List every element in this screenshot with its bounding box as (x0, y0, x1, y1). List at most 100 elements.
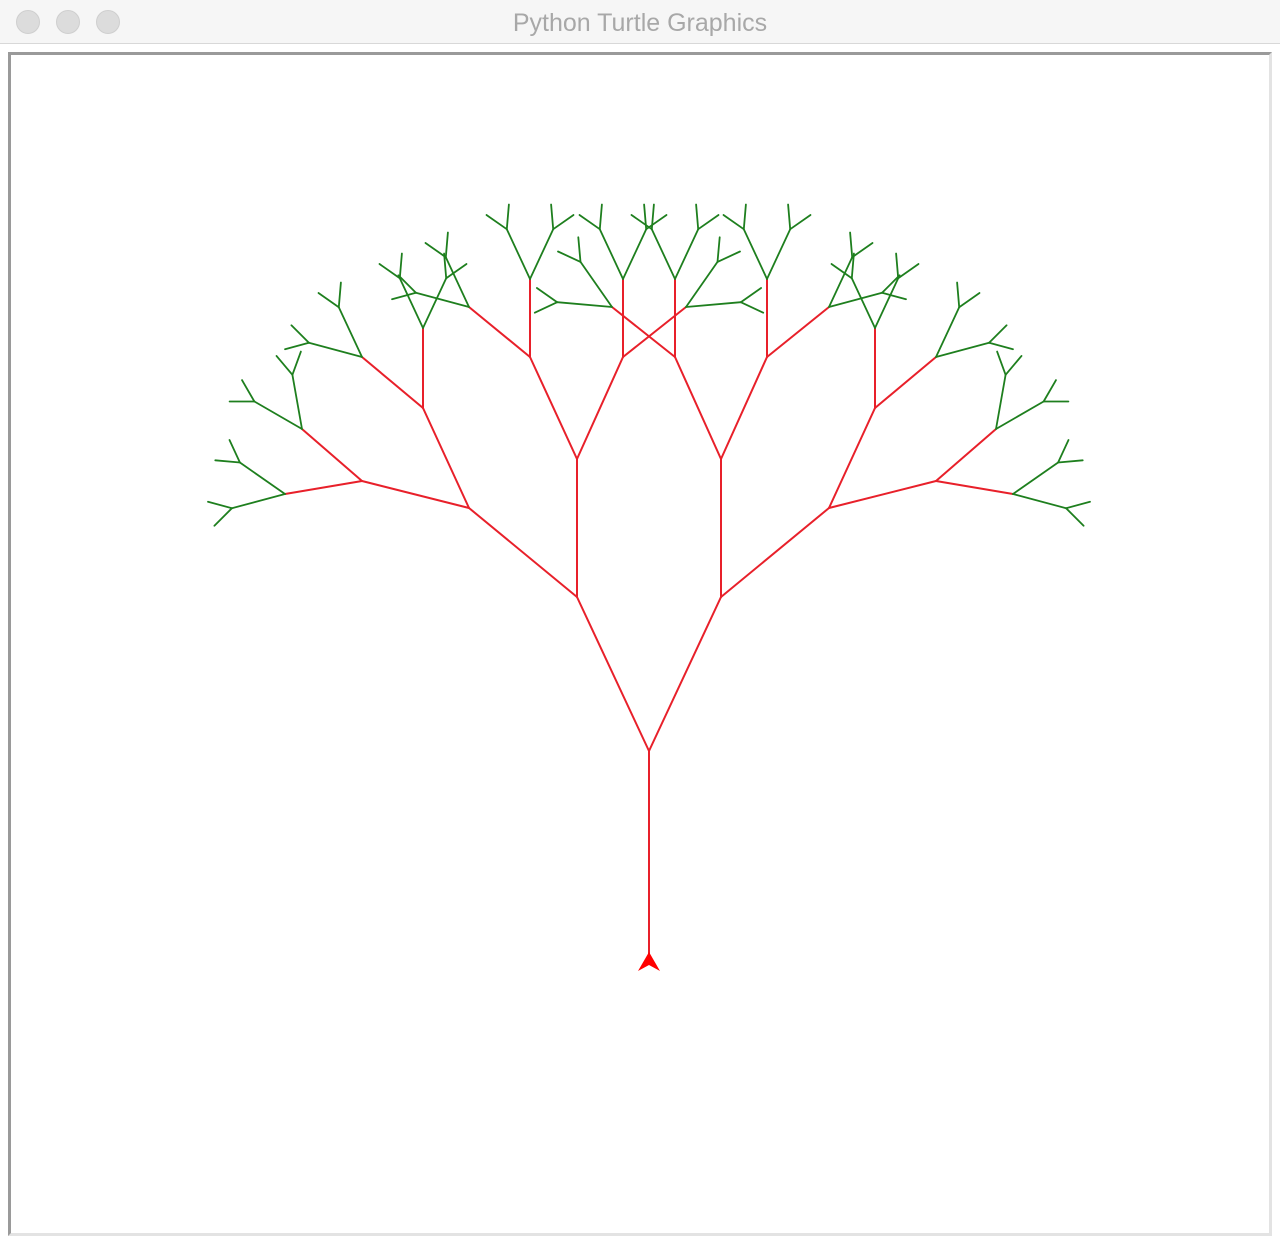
leaf-branch (622, 228, 648, 280)
leaf-branch (284, 341, 310, 351)
leaf-branch (716, 236, 721, 263)
leaf-branch (895, 252, 900, 280)
leaf-branch (275, 354, 294, 376)
leaf-branch (851, 242, 874, 259)
leaf-branch (557, 250, 582, 263)
leaf-branch (685, 301, 742, 308)
leaf-branch (630, 214, 653, 231)
leaf-branch (378, 263, 401, 280)
leaf-branch (238, 461, 286, 495)
leaf-branch (874, 277, 900, 329)
turtle-canvas[interactable] (8, 52, 1272, 1236)
leaf-branch (1057, 459, 1084, 464)
leaf-branch (695, 203, 700, 231)
leaf-branch (739, 287, 762, 304)
leaf-branch (1057, 439, 1070, 464)
tree-branch (828, 407, 876, 509)
leaf-branch (414, 291, 470, 308)
leaf-branch (398, 252, 403, 280)
leaf-branch (935, 341, 990, 358)
leaf-branch (213, 507, 233, 527)
tree-branch (674, 356, 722, 460)
leaf-branch (996, 350, 1007, 376)
leaf-branch (722, 214, 745, 231)
tree-branch (622, 306, 687, 358)
tree-branch (361, 480, 470, 509)
leaf-branch (789, 214, 812, 231)
leaf-branch (697, 214, 720, 231)
turtle-cursor-icon (638, 952, 660, 971)
leaf-branch (253, 400, 303, 430)
leaf-branch (529, 228, 555, 280)
leaf-branch (579, 260, 613, 308)
tree-branch (648, 596, 722, 752)
title-bar[interactable]: Python Turtle Graphics (0, 0, 1280, 44)
tree-branch (611, 306, 676, 358)
leaf-branch (674, 228, 700, 280)
leaf-branch (556, 301, 613, 308)
leaf-branch (505, 203, 510, 231)
tree-branches (207, 203, 1091, 956)
tree-branch (935, 428, 997, 482)
fractal-tree-drawing (207, 203, 1091, 971)
tree-branch (828, 480, 937, 509)
tree-branch (935, 480, 1014, 495)
leaf-branch (881, 274, 901, 294)
leaf-branch (988, 341, 1014, 351)
leaf-branch (444, 231, 449, 259)
leaf-branch (935, 306, 961, 358)
leaf-branch (742, 203, 747, 231)
leaf-branch (391, 291, 417, 301)
leaf-branch (897, 263, 920, 280)
leaf-branch (650, 203, 655, 231)
leaf-branch (317, 292, 340, 309)
leaf-branch (536, 287, 559, 304)
leaf-branch (1012, 461, 1059, 495)
leaf-branch (1004, 354, 1023, 376)
leaf-branch (291, 373, 303, 430)
tree-branch (468, 306, 531, 358)
leaf-branch (1012, 493, 1067, 510)
leaf-branch (533, 301, 559, 314)
leaf-branch (958, 292, 981, 309)
tree-branch (576, 596, 650, 752)
leaf-branch (828, 291, 883, 308)
leaf-branch (995, 373, 1007, 430)
leaf-branch (956, 281, 961, 309)
leaf-branch (995, 400, 1045, 430)
leaf-branch (850, 277, 876, 329)
leaf-branch (552, 214, 575, 231)
leaf-branch (397, 274, 417, 294)
leaf-branch (1065, 507, 1085, 527)
leaf-branch (230, 493, 286, 510)
leaf-branch (337, 306, 363, 358)
leaf-branch (505, 228, 531, 280)
tree-branch (720, 356, 768, 460)
leaf-branch (598, 203, 603, 231)
leaf-branch (291, 350, 302, 376)
leaf-branch (716, 250, 741, 263)
leaf-branch (787, 203, 792, 231)
leaf-branch (307, 341, 363, 358)
leaf-branch (577, 236, 582, 263)
leaf-branch (766, 228, 792, 280)
leaf-branch (207, 500, 233, 510)
leaf-branch (1065, 500, 1091, 510)
leaf-branch (228, 439, 241, 464)
leaf-branch (337, 281, 342, 309)
leaf-branch (424, 242, 447, 259)
leaf-branch (650, 228, 676, 280)
tree-branch (576, 356, 624, 460)
tree-branch (529, 356, 578, 460)
leaf-branch (988, 324, 1008, 344)
tree-branch (720, 507, 830, 598)
leaf-branch (849, 231, 854, 259)
tree-branch (468, 507, 578, 598)
leaf-branch (422, 277, 448, 329)
leaf-branch (739, 301, 765, 314)
leaf-branch (241, 379, 256, 403)
tree-branch (301, 428, 363, 482)
leaf-branch (398, 277, 424, 329)
tree-branch (284, 480, 363, 495)
leaf-branch (485, 214, 508, 231)
